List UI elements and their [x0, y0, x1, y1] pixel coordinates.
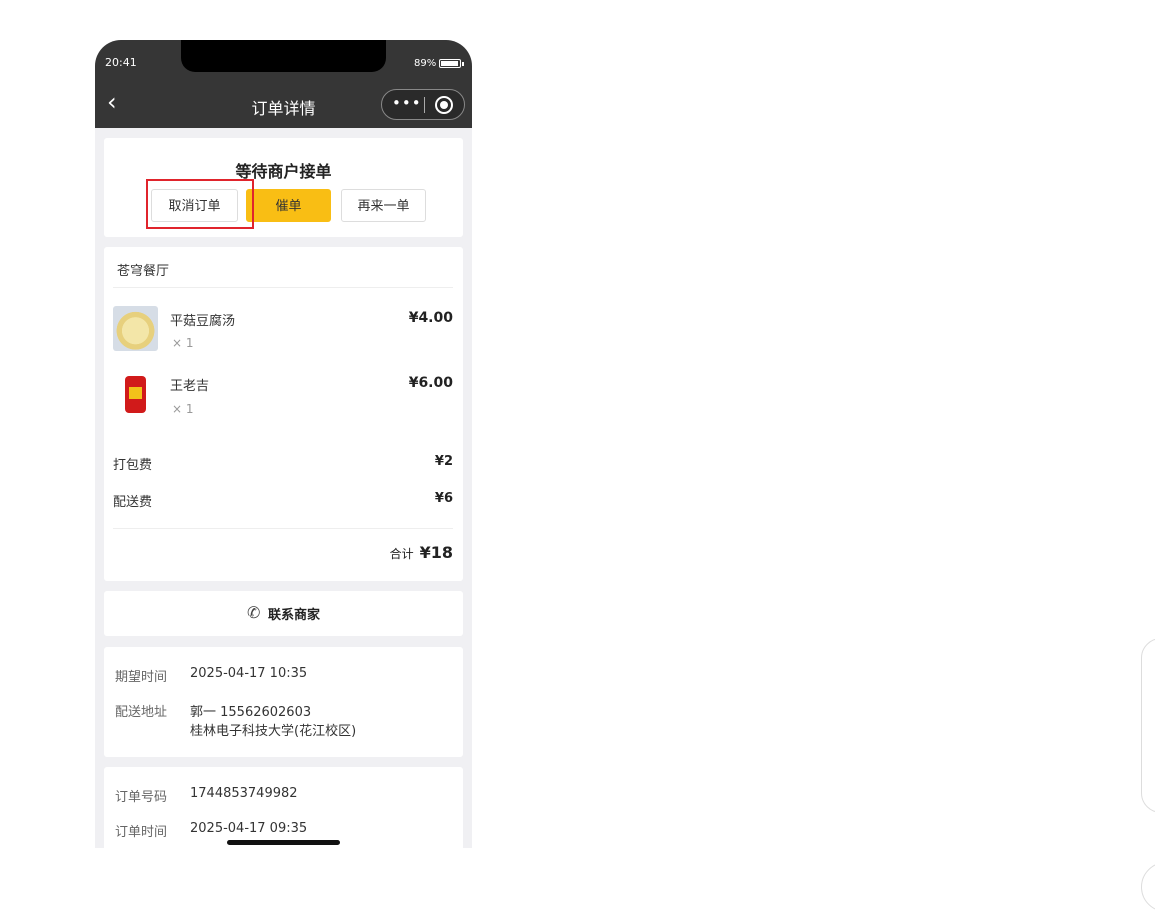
item-name: 王老吉	[170, 379, 210, 394]
item-qty: × 1	[172, 402, 194, 416]
total-label: 合计	[389, 547, 414, 561]
order-time-label: 订单时间	[115, 825, 168, 840]
delivery-info-card: 期望时间 2025-04-17 10:35 配送地址 郭一 1556260260…	[104, 647, 463, 757]
delivery-fee-value: ¥6	[434, 491, 453, 506]
expected-time-label: 期望时间	[115, 670, 168, 685]
phone-frame: 20:41 89% ‹ 订单详情 ••• 等待商户接单 取消订单 催单 再来一单…	[95, 40, 472, 848]
contact-merchant-button[interactable]: 联系商家	[104, 591, 463, 636]
order-number-label: 订单号码	[115, 790, 168, 805]
drink-image	[113, 372, 158, 417]
contact-row: 联系商家	[104, 603, 463, 623]
expected-time-value: 2025-04-17 10:35	[190, 666, 308, 681]
home-indicator	[227, 840, 340, 845]
divider	[113, 287, 453, 288]
delivery-fee-label: 配送费	[113, 495, 153, 510]
phone-icon	[247, 603, 263, 622]
item-price: ¥6.00	[408, 375, 453, 391]
urge-order-button[interactable]: 催单	[246, 189, 331, 222]
item-name: 平菇豆腐汤	[170, 314, 236, 329]
status-bar: 20:41 89%	[95, 40, 472, 80]
battery-icon	[439, 59, 461, 68]
order-info-card: 订单号码 1744853749982 订单时间 2025-04-17 09:35	[104, 767, 463, 848]
order-time-value: 2025-04-17 09:35	[190, 821, 308, 836]
address-detail: 桂林电子科技大学(花江校区)	[190, 724, 357, 739]
status-time: 20:41	[105, 56, 137, 69]
notch	[181, 40, 386, 72]
capsule-divider	[424, 97, 425, 113]
mini-program-capsule: •••	[381, 89, 465, 120]
address-contact: 郭一 15562602603	[190, 705, 312, 720]
side-panel	[1141, 638, 1155, 813]
soup-image	[113, 306, 158, 351]
close-target-icon[interactable]	[435, 96, 453, 114]
highlight-box	[146, 179, 254, 229]
item-price: ¥4.00	[408, 310, 453, 326]
order-status-card: 等待商户接单 取消订单 催单 再来一单	[104, 138, 463, 237]
nav-bar: ‹ 订单详情 •••	[95, 80, 472, 128]
contact-label: 联系商家	[267, 608, 320, 623]
packing-fee-label: 打包费	[113, 458, 153, 473]
side-circle-button[interactable]	[1141, 862, 1155, 912]
reorder-button[interactable]: 再来一单	[341, 189, 426, 222]
battery-tip	[462, 62, 464, 66]
order-items-card: 苍穹餐厅 平菇豆腐汤 × 1 ¥4.00 王老吉 × 1 ¥6.00 打包费 ¥…	[104, 247, 463, 581]
total-value: ¥18	[419, 543, 453, 562]
battery-percent: 89%	[414, 58, 437, 69]
total-row: 合计 ¥18	[390, 543, 453, 562]
packing-fee-value: ¥2	[434, 454, 453, 469]
item-qty: × 1	[172, 336, 194, 350]
shop-name: 苍穹餐厅	[117, 264, 170, 279]
more-dots-icon[interactable]: •••	[392, 94, 422, 112]
can-shape	[125, 376, 146, 413]
address-label: 配送地址	[115, 705, 168, 720]
divider	[113, 528, 453, 529]
order-number-value: 1744853749982	[190, 786, 298, 801]
